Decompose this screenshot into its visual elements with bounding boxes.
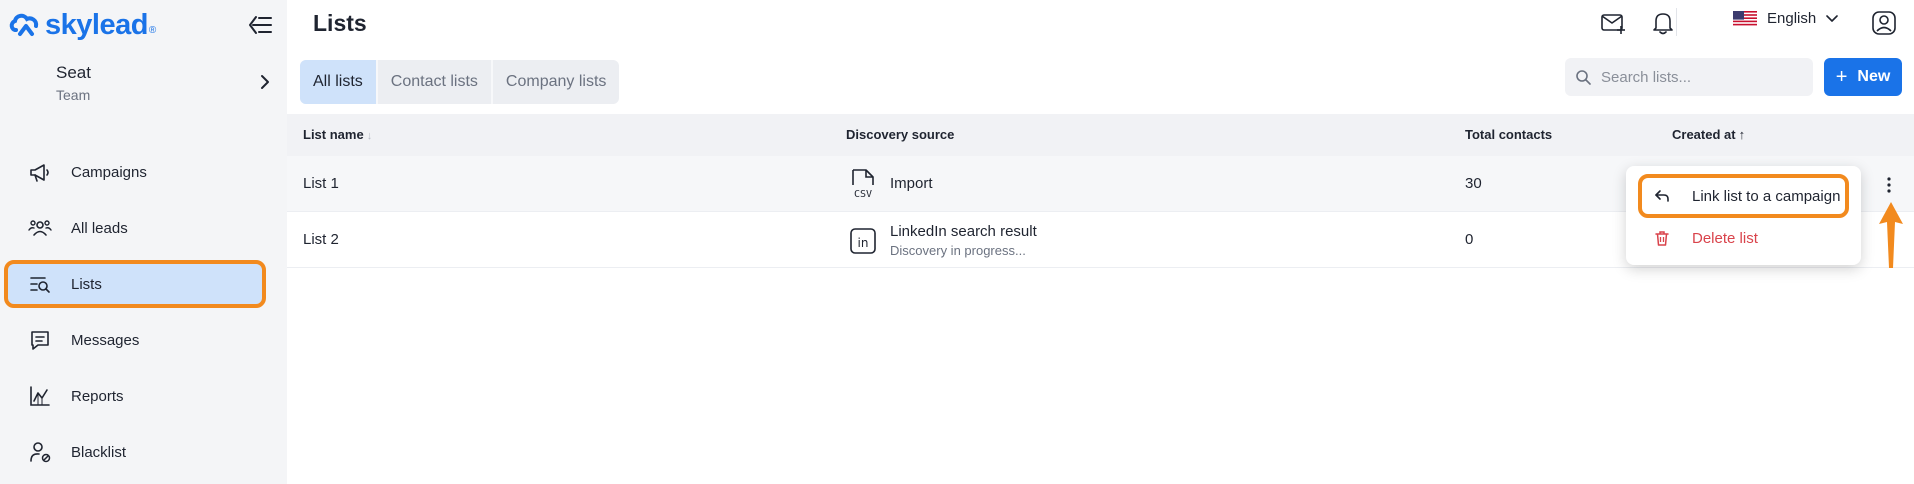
seat-name: Seat <box>56 63 91 82</box>
sidebar-item-all-leads[interactable]: All leads <box>0 200 287 256</box>
tab-company-lists[interactable]: Company lists <box>493 60 619 104</box>
table-header: List name ↓ Discovery source Total contac… <box>287 114 1914 156</box>
chart-icon <box>28 384 52 408</box>
seat-selector[interactable]: Seat Team <box>56 63 272 107</box>
sidebar-item-reports[interactable]: Reports <box>0 368 287 424</box>
more-options-icon[interactable] <box>1886 176 1892 194</box>
sidebar-item-campaigns[interactable]: Campaigns <box>0 144 287 200</box>
sort-arrow-icon: ↑ <box>1738 127 1746 142</box>
tab-all-lists[interactable]: All lists <box>300 60 378 104</box>
annotation-arrow-icon <box>1879 202 1903 268</box>
column-created-at[interactable]: Created at ↑ <box>1672 127 1745 142</box>
sidebar-item-lists[interactable]: Lists <box>0 256 287 312</box>
us-flag-icon <box>1733 10 1757 27</box>
users-icon <box>28 216 52 240</box>
csv-file-icon: CSV <box>852 169 874 199</box>
new-button-label: New <box>1857 68 1891 85</box>
sidebar-item-blacklist[interactable]: Blacklist <box>0 424 287 480</box>
sidebar-item-label: Messages <box>71 331 140 349</box>
total-contacts: 30 <box>1465 175 1482 192</box>
delete-list-item[interactable]: Delete list <box>1638 223 1849 253</box>
brand-logo[interactable]: skylead ® <box>8 8 156 42</box>
sidebar-item-label: Blacklist <box>71 443 127 461</box>
seat-team: Team <box>56 87 91 103</box>
search-box <box>1565 58 1813 96</box>
menu-item-label: Delete list <box>1692 229 1758 247</box>
header-divider <box>1676 8 1677 36</box>
new-list-button[interactable]: + New <box>1824 58 1902 96</box>
sidebar-nav: Campaigns All leads Lists Messages Repor… <box>0 144 287 480</box>
svg-text:CSV: CSV <box>854 189 872 199</box>
user-profile-icon[interactable] <box>1871 10 1897 36</box>
list-name[interactable]: List 1 <box>303 175 339 192</box>
discovery-source-label: LinkedIn search result <box>890 223 1037 240</box>
row-actions-menu: Link list to a campaign Delete list <box>1626 166 1861 265</box>
link-back-arrow-icon <box>1655 190 1669 202</box>
trash-icon <box>1655 231 1669 246</box>
column-discovery-source: Discovery source <box>846 127 955 142</box>
list-name[interactable]: List 2 <box>303 231 339 248</box>
sort-arrow-icon: ↓ <box>366 130 373 142</box>
brand-registered: ® <box>148 24 157 36</box>
collapse-sidebar-icon[interactable] <box>247 14 273 36</box>
message-icon <box>28 328 52 352</box>
search-icon <box>1576 70 1591 85</box>
user-blocked-icon <box>28 440 52 464</box>
discovery-source-label: Import <box>890 175 933 192</box>
column-total-contacts: Total contacts <box>1465 127 1553 142</box>
sidebar-item-label: All leads <box>71 219 128 237</box>
megaphone-icon <box>28 160 52 184</box>
column-list-name[interactable]: List name ↓ <box>303 127 372 142</box>
menu-item-label: Link list to a campaign <box>1692 187 1841 205</box>
sidebar: skylead ® Seat Team Campaigns All leads <box>0 0 287 484</box>
skylead-logo-icon <box>9 13 39 36</box>
discovery-status: Discovery in progress... <box>890 243 1026 258</box>
list-type-tabs: All lists Contact lists Company lists <box>300 60 620 104</box>
mail-icon[interactable] <box>1600 10 1626 36</box>
svg-text:in: in <box>858 236 869 250</box>
language-selector[interactable]: English <box>1733 10 1839 27</box>
total-contacts: 0 <box>1465 231 1474 248</box>
linkedin-icon: in <box>850 228 876 254</box>
sidebar-item-label: Campaigns <box>71 163 147 181</box>
brand-name: skylead <box>45 8 148 41</box>
plus-icon: + <box>1835 66 1848 88</box>
language-label: English <box>1767 10 1817 27</box>
sidebar-item-label: Reports <box>71 387 124 405</box>
search-input[interactable] <box>1601 68 1801 86</box>
link-list-to-campaign-item[interactable]: Link list to a campaign <box>1638 174 1849 218</box>
top-header: Lists English <box>287 0 1914 48</box>
bell-icon[interactable] <box>1650 10 1676 36</box>
sidebar-item-messages[interactable]: Messages <box>0 312 287 368</box>
sidebar-item-label: Lists <box>71 275 102 293</box>
chevron-right-icon <box>261 75 269 89</box>
tab-contact-lists[interactable]: Contact lists <box>378 60 493 104</box>
page-title: Lists <box>313 10 367 36</box>
list-search-icon <box>28 272 52 296</box>
chevron-down-icon <box>1826 14 1839 22</box>
